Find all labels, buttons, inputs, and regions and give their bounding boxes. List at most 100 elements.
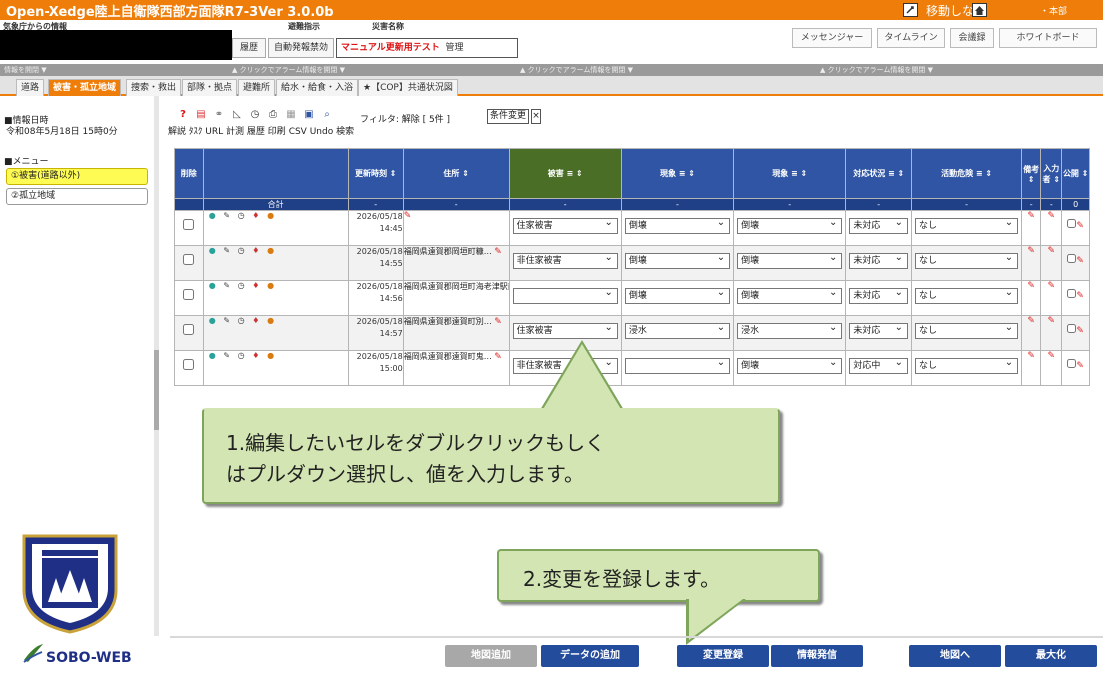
measure-label[interactable]: 計測 [226,127,244,137]
marker-icon[interactable]: ♦ [252,351,259,360]
disaster-name-box[interactable]: マニュアル更新用テスト 管理 [336,38,518,58]
edit-icon[interactable]: ✎ [223,246,230,255]
clock-icon[interactable]: ◷ [238,351,245,360]
phenomenon-1-select[interactable]: 倒壊 [624,288,731,304]
pencil-icon[interactable]: ✎ [404,212,411,222]
public-edit-icon[interactable]: ✎ [1076,221,1084,231]
status-select[interactable]: 未対応 [849,288,909,304]
globe-icon[interactable]: ● [209,246,216,255]
edit-icon[interactable]: ✎ [223,316,230,325]
filter-clear-button[interactable]: × [531,109,541,124]
help-icon[interactable]: ? [178,110,188,120]
data-add-button[interactable]: データの追加 [541,645,639,667]
status-select[interactable]: 未対応 [849,253,909,269]
damage-select[interactable]: 非住家被害 [512,253,618,269]
globe-icon[interactable]: ● [209,316,216,325]
phenomenon-2-select[interactable]: 浸水 [737,323,843,339]
address-text[interactable]: 福岡県遠賀郡遠賀町鬼… [404,352,492,361]
timeline-button[interactable]: タイムライン [877,28,945,48]
remarks-edit-icon[interactable]: ✎ [1027,281,1035,291]
col-status[interactable]: 対応状況 ≡ ⇕ [845,148,913,199]
minutes-button[interactable]: 会議録 [950,28,994,48]
messenger-button[interactable]: メッセンジャー [792,28,872,48]
csv-label[interactable]: CSV [289,127,307,137]
table-row[interactable]: ● ✎ ◷ ♦ ● 2026/05/18 15:00 福岡県遠賀郡遠賀町鬼… ✎ 非住家… [174,350,1090,386]
col-danger[interactable]: 活動危険 ≡ ⇕ [911,148,1023,199]
table-row[interactable]: ● ✎ ◷ ♦ ●2026/05/1814:45 ✎住家被害倒壊倒壊未対応なし✎… [174,210,1090,246]
table-row[interactable]: ● ✎ ◷ ♦ ● 2026/05/18 14:57 福岡県遠賀郡遠賀町別… ✎ 住家被… [174,315,1090,351]
tab-shelter[interactable]: 避難所 [238,79,276,96]
marker-icon[interactable]: ♦ [252,246,259,255]
clock-icon[interactable]: ◷ [238,316,245,325]
public-edit-icon[interactable]: ✎ [1076,361,1084,371]
remarks-edit-icon[interactable]: ✎ [1027,211,1035,221]
table-row[interactable]: ● ✎ ◷ ♦ ● 2026/05/18 14:55 福岡県遠賀郡岡垣町糠… ✎ 非住家… [174,245,1090,281]
pin-icon[interactable]: ● [267,211,274,220]
status-select[interactable]: 未対応 [849,323,909,339]
tab-water-food[interactable]: 給水・給食・入浴 [276,79,359,96]
home-icon[interactable] [972,3,987,17]
tab-cop[interactable]: ★【COP】共通状況図 [358,79,458,96]
maximize-button[interactable]: 最大化 [1005,645,1097,667]
delete-checkbox[interactable] [183,219,195,230]
pin-icon[interactable]: ● [267,246,274,255]
col-delete[interactable]: 削除 [174,148,204,199]
tab-units[interactable]: 部隊・拠点 [182,79,238,96]
whiteboard-button[interactable]: ホワイトボード [999,28,1097,48]
edit-icon[interactable]: ✎ [223,351,230,360]
danger-select[interactable]: なし [915,358,1019,374]
status-select[interactable]: 対応中 [849,358,909,374]
move-toggle-icon[interactable] [903,3,918,17]
pencil-icon[interactable]: ✎ [494,317,502,327]
col-updated[interactable]: 更新時刻 ⇕ [347,148,404,199]
tab-search-rescue[interactable]: 捜索・救出 [126,79,182,96]
table-row[interactable]: ● ✎ ◷ ♦ ● 2026/05/18 14:56福岡県遠賀郡岡垣町海老津駅南１丁… [174,280,1090,316]
damage-select[interactable] [512,288,618,304]
marker-icon[interactable]: ♦ [252,316,259,325]
help-label[interactable]: 解説 [168,127,186,137]
damage-select[interactable]: 住家被害 [512,218,618,234]
col-phenomenon-2[interactable]: 現象 ≡ ⇕ [733,148,847,199]
delete-checkbox[interactable] [183,289,195,300]
globe-icon[interactable]: ● [209,351,216,360]
damage-select[interactable]: 住家被害 [512,323,618,339]
edit-icon[interactable]: ✎ [223,281,230,290]
task-label[interactable]: ﾀｽｸ [189,127,203,137]
register-changes-button[interactable]: 変更登録 [677,645,769,667]
clock-icon[interactable]: ◷ [238,281,245,290]
link-icon[interactable]: ⚭ [214,110,224,120]
clock-icon[interactable]: ◷ [238,246,245,255]
remarks-edit-icon[interactable]: ✎ [1027,351,1035,361]
to-map-button[interactable]: 地図へ [909,645,1001,667]
col-public[interactable]: 公開 ⇕ [1061,148,1090,199]
danger-select[interactable]: なし [915,323,1019,339]
search-icon[interactable]: ⌕ [322,110,332,120]
phenomenon-2-select[interactable]: 倒壊 [737,358,843,374]
address-text[interactable]: 福岡県遠賀郡岡垣町糠… [404,247,492,256]
inputter-edit-icon[interactable]: ✎ [1048,246,1056,256]
col-damage[interactable]: 被害 ≡ ⇕ [508,148,622,199]
edit-icon[interactable]: ✎ [223,211,230,220]
phenomenon-1-select[interactable]: 浸水 [624,323,731,339]
delete-checkbox[interactable] [183,324,195,335]
pin-icon[interactable]: ● [267,351,274,360]
phenomenon-1-select[interactable]: 倒壊 [624,253,731,269]
undo-label[interactable]: Undo [310,127,334,137]
tab-damage[interactable]: 被害・孤立地域 [48,79,122,96]
phenomenon-2-select[interactable]: 倒壊 [737,218,843,234]
print-label[interactable]: 印刷 [268,127,286,137]
map-add-button[interactable]: 地図追加 [445,645,537,667]
search-label[interactable]: 検索 [336,127,354,137]
inputter-edit-icon[interactable]: ✎ [1048,281,1056,291]
send-info-button[interactable]: 情報発信 [771,645,863,667]
print-icon[interactable]: ⎙ [268,110,278,120]
pin-icon[interactable]: ● [267,281,274,290]
filter-change-button[interactable]: 条件変更 [487,109,530,124]
status-select[interactable]: 未対応 [849,218,909,234]
public-edit-icon[interactable]: ✎ [1076,326,1084,336]
public-edit-icon[interactable]: ✎ [1076,256,1084,266]
delete-checkbox[interactable] [183,254,195,265]
task-icon[interactable]: ▤ [196,110,206,120]
inputter-edit-icon[interactable]: ✎ [1048,351,1056,361]
col-remarks[interactable]: 備考 ⇕ [1021,148,1042,199]
